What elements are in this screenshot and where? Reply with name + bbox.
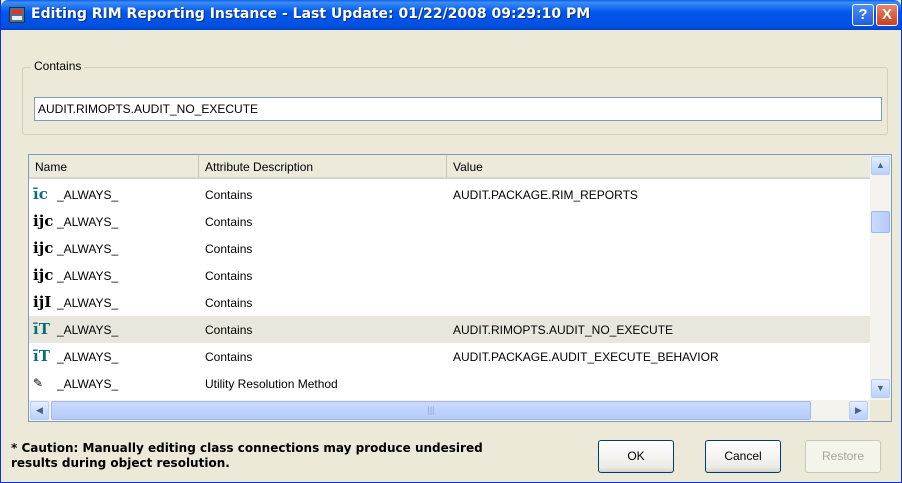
row-value: AUDIT.PACKAGE.RIM_REPORTS [453, 188, 638, 202]
scroll-corner [870, 400, 891, 421]
row-name: _ALWAYS_ [57, 215, 119, 229]
column-header-attribute-description[interactable]: Attribute Description [199, 155, 447, 177]
row-attribute-description: Utility Resolution Method [205, 377, 338, 391]
teal-bracket-t-icon: īT [33, 347, 50, 365]
table-row[interactable]: ĳc _ALWAYS_ Contains [29, 208, 870, 235]
table-row[interactable]: īc _ALWAYS_ Contains AUDIT.PACKAGE.RIM_REPO… [29, 181, 870, 208]
close-button[interactable]: X [876, 4, 898, 26]
contains-group-label: Contains [31, 59, 85, 73]
row-name: _ALWAYS_ [57, 269, 119, 283]
bracket-c-icon: ĳc [33, 239, 54, 257]
row-attribute-description: Contains [205, 323, 253, 337]
cancel-button[interactable]: Cancel [705, 440, 781, 473]
scroll-down-button[interactable]: ▼ [871, 379, 890, 398]
restore-button[interactable]: Restore [805, 440, 881, 473]
vertical-scroll-thumb[interactable] [871, 211, 890, 233]
table-row[interactable]: īT _ALWAYS_ Contains AUDIT.RIMOPTS.AUDIT_NO… [29, 316, 870, 343]
scroll-up-button[interactable]: ▲ [871, 156, 890, 175]
column-header-name[interactable]: Name [29, 155, 199, 177]
column-header-value[interactable]: Value [447, 155, 870, 177]
row-name: _ALWAYS_ [57, 188, 119, 202]
vertical-scrollbar[interactable]: ▲ ▼ [870, 155, 891, 400]
ok-button[interactable]: OK [598, 440, 674, 473]
row-value: AUDIT.PACKAGE.AUDIT_EXECUTE_BEHAVIOR [453, 350, 719, 364]
horizontal-scroll-thumb[interactable]: ||| [51, 401, 811, 420]
dialog-window: Editing RIM Reporting Instance - Last Up… [0, 0, 902, 483]
row-name: _ALWAYS_ [57, 242, 119, 256]
scroll-right-button[interactable]: ▶ [849, 401, 868, 420]
horizontal-scrollbar[interactable]: ◀ ||| ▶ [29, 400, 870, 421]
bracket-i-icon: ĳI [33, 293, 52, 311]
table-row[interactable]: ĳc _ALWAYS_ Contains [29, 262, 870, 289]
help-button[interactable]: ? [852, 4, 874, 26]
row-name: _ALWAYS_ [57, 323, 119, 337]
row-attribute-description: Contains [205, 296, 253, 310]
caution-text: * Caution: Manually editing class connec… [11, 441, 483, 470]
attribute-list: Name Attribute Description Value īc _ALWA… [28, 154, 892, 422]
pen-icon: ✎ [33, 376, 44, 390]
title-bar[interactable]: Editing RIM Reporting Instance - Last Up… [1, 0, 901, 30]
row-attribute-description: Contains [205, 269, 253, 283]
scroll-left-button[interactable]: ◀ [30, 401, 49, 420]
table-row[interactable]: ✎ _ALWAYS_ Utility Resolution Method [29, 370, 870, 397]
list-header: Name Attribute Description Value [29, 155, 870, 179]
row-value: AUDIT.RIMOPTS.AUDIT_NO_EXECUTE [453, 323, 674, 337]
table-row[interactable]: ĳc _ALWAYS_ Contains [29, 235, 870, 262]
window-title: Editing RIM Reporting Instance - Last Up… [31, 6, 591, 22]
row-attribute-description: Contains [205, 188, 253, 202]
bracket-c-icon: ĳc [33, 212, 54, 230]
table-row[interactable]: ĳI _ALWAYS_ Contains [29, 289, 870, 316]
row-name: _ALWAYS_ [57, 296, 119, 310]
app-icon [9, 7, 25, 23]
row-attribute-description: Contains [205, 215, 253, 229]
row-attribute-description: Contains [205, 242, 253, 256]
teal-bracket-t-icon: īT [33, 320, 50, 338]
row-name: _ALWAYS_ [57, 350, 119, 364]
row-name: _ALWAYS_ [57, 377, 119, 391]
row-attribute-description: Contains [205, 350, 253, 364]
teal-bracket-c-icon: īc [33, 185, 48, 203]
table-row[interactable]: īT _ALWAYS_ Contains AUDIT.PACKAGE.AUDIT_EX… [29, 343, 870, 370]
bracket-c-icon: ĳc [33, 266, 54, 284]
contains-input[interactable]: AUDIT.RIMOPTS.AUDIT_NO_EXECUTE [34, 97, 882, 121]
